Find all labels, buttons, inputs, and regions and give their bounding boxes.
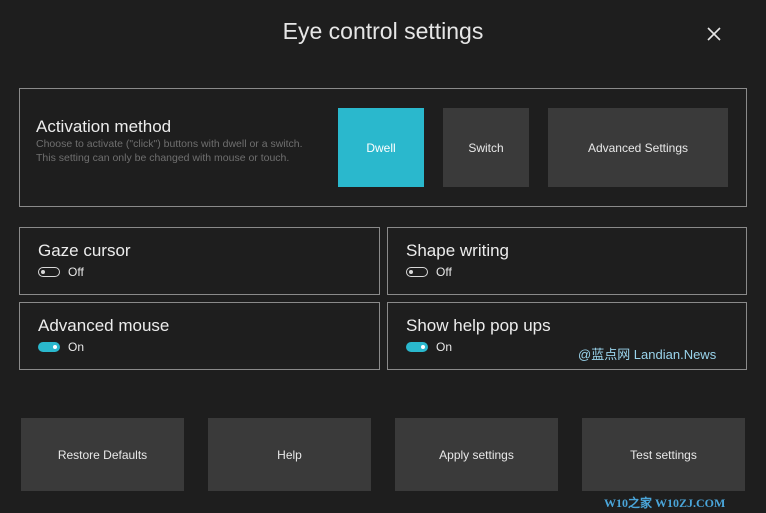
help-button[interactable]: Help bbox=[208, 418, 371, 491]
help-popups-toggle[interactable]: On bbox=[406, 340, 452, 354]
gaze-cursor-toggle[interactable]: Off bbox=[38, 265, 84, 279]
close-button[interactable] bbox=[700, 20, 728, 48]
activation-method-title: Activation method bbox=[36, 117, 172, 136]
landian-watermark: @蓝点网 Landian.News bbox=[578, 347, 717, 362]
advanced-mouse-toggle[interactable]: On bbox=[38, 340, 84, 354]
restore-defaults-button[interactable]: Restore Defaults bbox=[21, 418, 184, 491]
advanced-mouse-panel: Advanced mouse On bbox=[19, 302, 380, 370]
toggle-switch-on-icon bbox=[406, 342, 428, 352]
advanced-settings-button[interactable]: Advanced Settings bbox=[548, 108, 728, 187]
toggle-switch-off-icon bbox=[38, 267, 60, 277]
w10-watermark: W10之家 W10ZJ.COM bbox=[604, 496, 726, 510]
gaze-cursor-state: Off bbox=[68, 265, 84, 279]
help-popups-title: Show help pop ups bbox=[406, 316, 551, 335]
advanced-mouse-state: On bbox=[68, 340, 85, 354]
help-popups-state: On bbox=[436, 340, 453, 354]
toggle-switch-off-icon bbox=[406, 267, 428, 277]
activation-method-panel: Activation method Choose to activate ("c… bbox=[19, 88, 747, 207]
activation-method-description: Choose to activate ("click") buttons wit… bbox=[36, 138, 303, 164]
shape-writing-panel: Shape writing Off bbox=[387, 227, 747, 295]
gaze-cursor-title: Gaze cursor bbox=[38, 241, 131, 260]
advanced-mouse-title: Advanced mouse bbox=[38, 316, 170, 335]
test-settings-button[interactable]: Test settings bbox=[582, 418, 745, 491]
apply-settings-button[interactable]: Apply settings bbox=[395, 418, 558, 491]
toggle-switch-on-icon bbox=[38, 342, 60, 352]
dwell-option-button[interactable]: Dwell bbox=[338, 108, 424, 187]
shape-writing-toggle[interactable]: Off bbox=[406, 265, 452, 279]
shape-writing-title: Shape writing bbox=[406, 241, 510, 260]
shape-writing-state: Off bbox=[436, 265, 452, 279]
close-icon bbox=[707, 27, 721, 41]
gaze-cursor-panel: Gaze cursor Off bbox=[19, 227, 380, 295]
switch-option-button[interactable]: Switch bbox=[443, 108, 529, 187]
window-title: Eye control settings bbox=[282, 18, 484, 44]
